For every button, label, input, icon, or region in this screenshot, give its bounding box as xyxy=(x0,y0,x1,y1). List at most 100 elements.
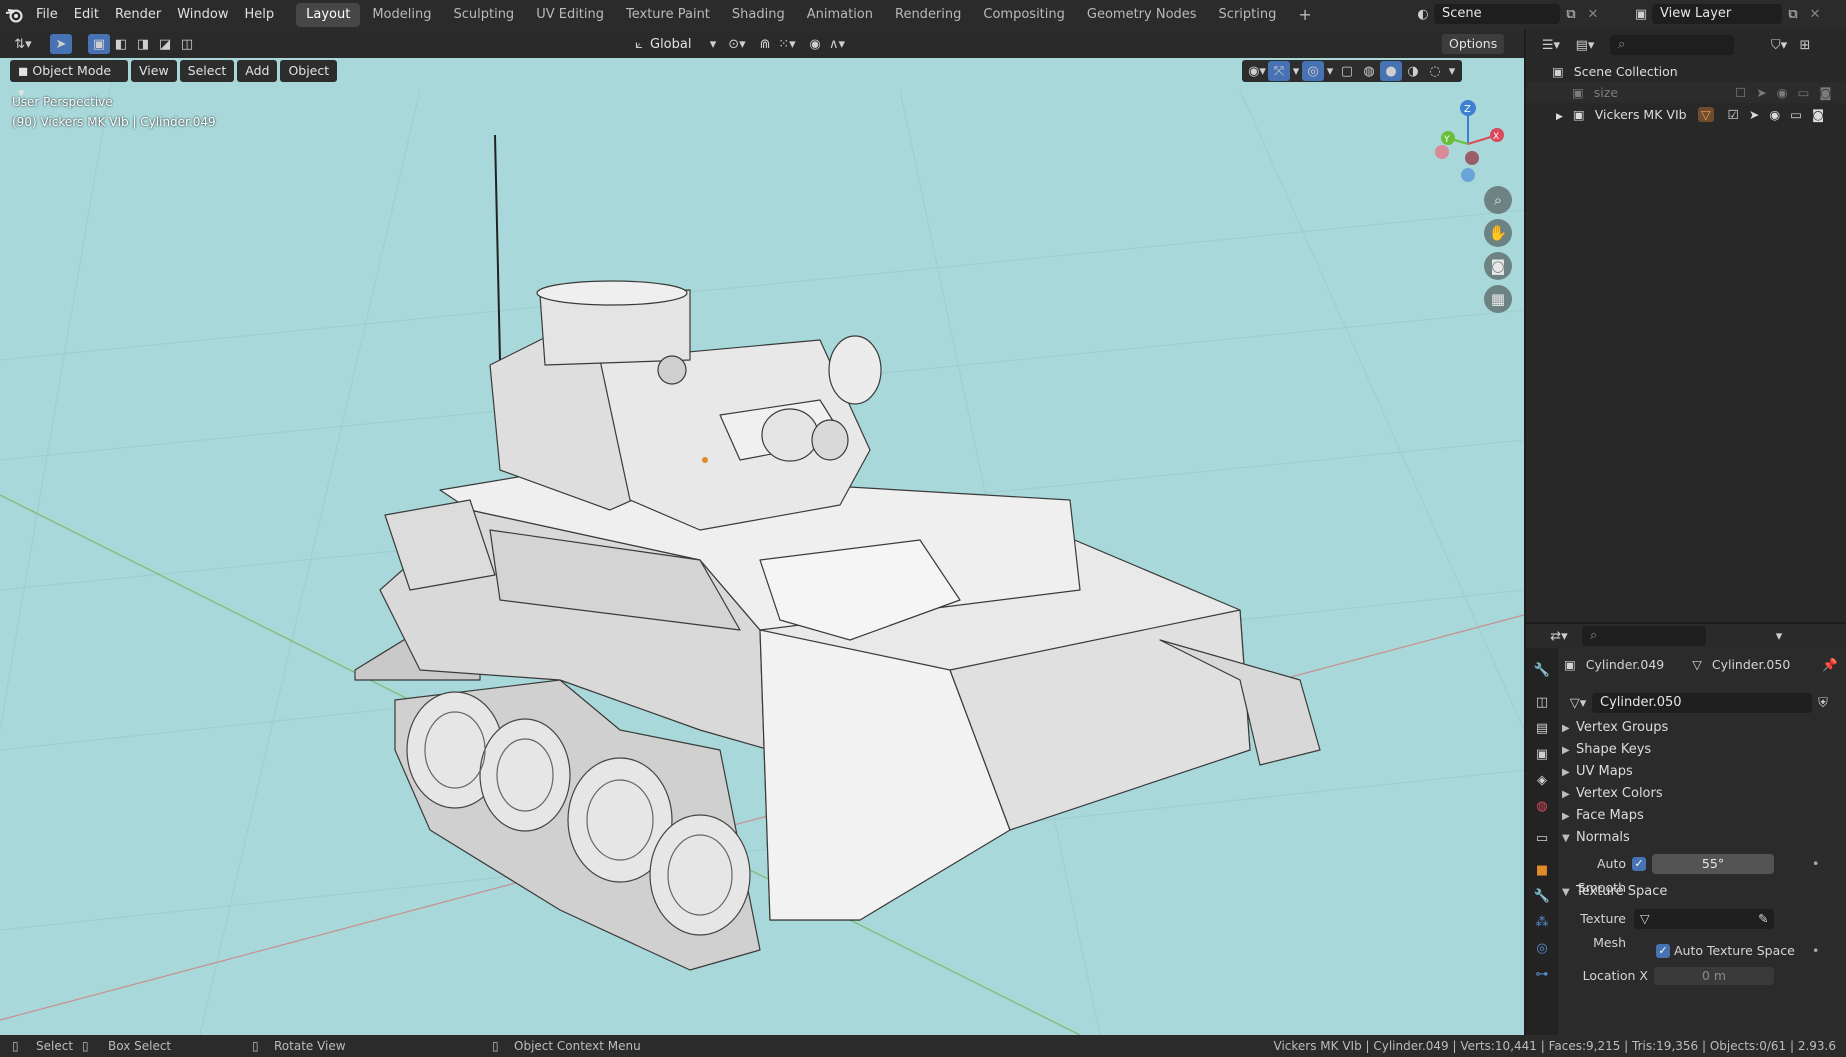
blender-logo-icon[interactable] xyxy=(0,7,28,23)
tab-shading[interactable]: Shading xyxy=(722,3,795,27)
pin-icon[interactable]: 📌 xyxy=(1822,654,1838,676)
select-tool-icon[interactable]: ➤ xyxy=(50,34,72,54)
tab-modeling[interactable]: Modeling xyxy=(362,3,441,27)
physics-tab-icon[interactable]: ◎ xyxy=(1531,938,1553,958)
new-collection-icon[interactable]: ⊞ xyxy=(1794,35,1816,55)
modifier-tab-icon[interactable]: 🔧 xyxy=(1531,886,1553,906)
section-shape-keys[interactable]: ▶ Shape Keys xyxy=(1562,738,1844,762)
tool-tab-icon[interactable]: 🔧 xyxy=(1531,660,1553,680)
visibility-eye-icon[interactable]: ◉▾ xyxy=(1246,61,1268,81)
view-layer-tab-icon[interactable]: ▣ xyxy=(1531,744,1553,764)
menu-help[interactable]: Help xyxy=(237,0,283,30)
tab-geometry-nodes[interactable]: Geometry Nodes xyxy=(1077,3,1207,27)
overlays-dropdown-icon[interactable]: ▾ xyxy=(1324,61,1336,81)
camera-view-icon[interactable]: ◙ xyxy=(1484,252,1512,280)
eyedropper-icon[interactable]: ✎ xyxy=(1758,907,1768,931)
menu-window[interactable]: Window xyxy=(169,0,236,30)
falloff-curve-icon[interactable]: ∧▾ xyxy=(826,34,848,54)
outliner-row-scene-collection[interactable]: ▣ Scene Collection xyxy=(1526,61,1846,82)
eye-icon[interactable]: ◉ xyxy=(1777,85,1788,100)
menu-add[interactable]: Add xyxy=(237,60,278,82)
transform-orientation-dropdown[interactable]: Global xyxy=(650,37,706,52)
properties-options-icon[interactable]: ▾ xyxy=(1768,626,1790,646)
include-checkbox-icon[interactable]: ☑ xyxy=(1728,107,1739,122)
solid-shading-icon[interactable]: ● xyxy=(1380,61,1402,81)
render-tab-icon[interactable]: ◫ xyxy=(1531,692,1553,712)
outliner-editor-icon[interactable]: ☰▾ xyxy=(1536,35,1566,55)
auto-smooth-angle-field[interactable]: 55° xyxy=(1652,854,1774,874)
auto-texture-space-checkbox[interactable]: ✓ xyxy=(1656,944,1670,958)
section-uv-maps[interactable]: ▶ UV Maps xyxy=(1562,760,1844,784)
remove-scene-icon[interactable]: ✕ xyxy=(1582,4,1604,24)
mesh-datablock-selector[interactable]: ▽▾ Cylinder.050 ⛨ xyxy=(1564,692,1842,714)
section-normals[interactable]: ▼ Normals xyxy=(1562,826,1844,850)
menu-render[interactable]: Render xyxy=(107,0,169,30)
shading-dropdown-icon[interactable]: ▾ xyxy=(1446,61,1458,81)
world-tab-icon[interactable]: ◍ xyxy=(1531,796,1553,816)
constraints-tab-icon[interactable]: ⊶ xyxy=(1531,964,1553,984)
mode-dropdown[interactable]: ◼ Object Mode ▾ xyxy=(10,60,128,100)
chevron-down-icon[interactable]: ▾ xyxy=(706,34,720,54)
select-extend-icon[interactable]: ◧ xyxy=(110,34,132,54)
tab-texture-paint[interactable]: Texture Paint xyxy=(616,3,720,27)
camera-icon[interactable]: ◙ xyxy=(1819,85,1831,100)
monitor-icon[interactable]: ▭ xyxy=(1798,85,1810,100)
menu-view[interactable]: View xyxy=(131,60,177,82)
gizmo-icon[interactable]: ⤧ xyxy=(1268,61,1290,81)
select-intersect-icon[interactable]: ◫ xyxy=(176,34,198,54)
collection-tab-icon[interactable]: ▭ xyxy=(1531,828,1553,848)
mesh-browse-icon[interactable]: ▽▾ xyxy=(1564,693,1592,713)
select-invert-icon[interactable]: ◪ xyxy=(154,34,176,54)
texture-mesh-field[interactable]: ▽ xyxy=(1634,909,1774,929)
snap-magnet-icon[interactable]: ⋒ xyxy=(754,34,776,54)
tab-compositing[interactable]: Compositing xyxy=(973,3,1075,27)
tab-uv-editing[interactable]: UV Editing xyxy=(526,3,614,27)
menu-file[interactable]: File xyxy=(28,0,66,30)
overlays-icon[interactable]: ◎ xyxy=(1302,61,1324,81)
xray-icon[interactable]: ▢ xyxy=(1336,61,1358,81)
filter-icon[interactable]: ⛉▾ xyxy=(1764,35,1794,55)
options-dropdown[interactable]: Options xyxy=(1442,34,1505,54)
display-mode-icon[interactable]: ▤▾ xyxy=(1570,35,1600,55)
transform-orientation-icon[interactable]: ⟀ xyxy=(628,34,650,54)
object-tab-icon[interactable]: ■ xyxy=(1531,860,1553,880)
exclude-checkbox-icon[interactable]: ☐ xyxy=(1735,85,1746,100)
tab-scripting[interactable]: Scripting xyxy=(1209,3,1287,27)
menu-select[interactable]: Select xyxy=(179,60,235,82)
scene-tab-icon[interactable]: ◈ xyxy=(1531,770,1553,790)
material-shading-icon[interactable]: ◑ xyxy=(1402,61,1424,81)
outliner-row-vickers[interactable]: ▶ ▣ Vickers MK VIb ▽ ☑ ➤ ◉ ▭ ◙ xyxy=(1526,104,1846,125)
proportional-edit-icon[interactable]: ◉ xyxy=(804,34,826,54)
auto-smooth-checkbox[interactable]: ✓ xyxy=(1632,857,1646,871)
section-face-maps[interactable]: ▶ Face Maps xyxy=(1562,804,1844,828)
fake-user-shield-icon[interactable]: ⛨ xyxy=(1812,693,1834,713)
mesh-name-field[interactable]: Cylinder.050 xyxy=(1592,693,1812,713)
outliner-search-input[interactable]: ⌕ xyxy=(1610,35,1734,55)
particles-tab-icon[interactable]: ⁂ xyxy=(1531,912,1553,932)
select-new-icon[interactable]: ▣ xyxy=(88,34,110,54)
output-tab-icon[interactable]: ▤ xyxy=(1531,718,1553,738)
keyframe-dot-icon[interactable]: • xyxy=(1812,852,1819,876)
tab-animation[interactable]: Animation xyxy=(797,3,883,27)
selectable-arrow-icon[interactable]: ➤ xyxy=(1749,107,1759,122)
ortho-grid-icon[interactable]: ▦ xyxy=(1484,285,1512,313)
expand-arrow-icon[interactable]: ▶ xyxy=(1556,112,1563,122)
view-layer-field[interactable]: View Layer xyxy=(1652,4,1782,24)
new-scene-icon[interactable]: ⧉ xyxy=(1560,4,1582,24)
3d-viewport[interactable]: ⇅▾ ➤ ▣ ◧ ◨ ◪ ◫ ⟀ Global ▾ ⊙▾ ⋒ ⁙▾ ◉ ∧▾ O… xyxy=(0,30,1524,1035)
pivot-point-icon[interactable]: ⊙▾ xyxy=(726,34,748,54)
properties-editor-icon[interactable]: ⇄▾ xyxy=(1544,626,1574,646)
tab-sculpting[interactable]: Sculpting xyxy=(443,3,524,27)
monitor-icon[interactable]: ▭ xyxy=(1790,107,1802,122)
eye-icon[interactable]: ◉ xyxy=(1769,107,1780,122)
menu-object[interactable]: Object xyxy=(280,60,338,82)
zoom-icon[interactable]: ⌕ xyxy=(1484,186,1512,214)
add-workspace-button[interactable]: + xyxy=(1288,3,1321,27)
rendered-shading-icon[interactable]: ◌ xyxy=(1424,61,1446,81)
section-vertex-groups[interactable]: ▶ Vertex Groups xyxy=(1562,716,1844,740)
pan-hand-icon[interactable]: ✋ xyxy=(1484,219,1512,247)
select-subtract-icon[interactable]: ◨ xyxy=(132,34,154,54)
new-view-layer-icon[interactable]: ⧉ xyxy=(1782,4,1804,24)
mesh-data-icon[interactable]: ▽ xyxy=(1698,107,1714,122)
editor-type-icon[interactable]: ⇅▾ xyxy=(8,34,38,54)
